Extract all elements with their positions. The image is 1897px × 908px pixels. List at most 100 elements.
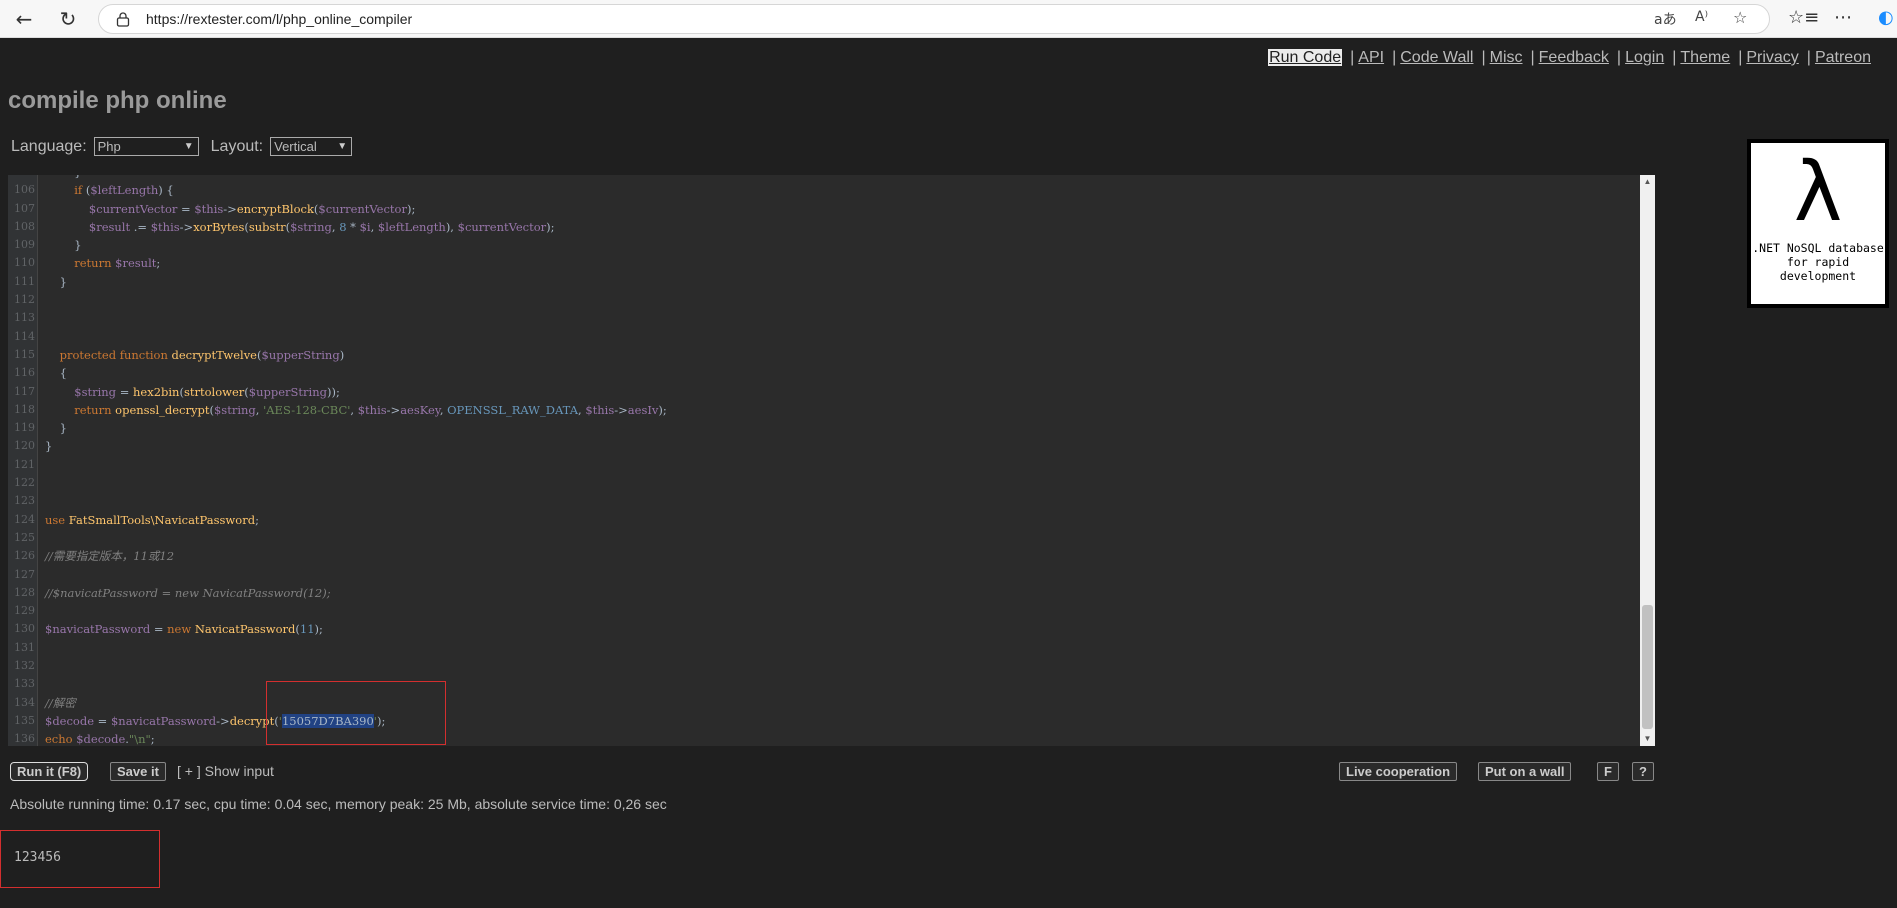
code-line[interactable]: 109 } <box>8 236 1638 254</box>
line-number: 125 <box>14 530 35 544</box>
code-text[interactable]: if ($leftLength) { <box>45 181 173 199</box>
nav-feedback[interactable]: Feedback <box>1539 49 1609 66</box>
code-line[interactable]: 124 use FatSmallTools\NavicatPassword; <box>8 511 1638 529</box>
nav-privacy[interactable]: Privacy <box>1746 49 1798 66</box>
line-number: 135 <box>14 713 35 727</box>
run-button[interactable]: Run it (F8) <box>10 762 89 781</box>
line-number: 130 <box>14 622 35 636</box>
code-line[interactable]: 135 $decode = $navicatPassword->decrypt('… <box>8 712 1638 730</box>
code-text[interactable]: //需要指定版本，11或12 <box>45 547 174 565</box>
program-output: 123456 <box>14 850 61 865</box>
code-text[interactable]: //解密 <box>45 694 76 712</box>
code-line[interactable]: 114 <box>8 328 1638 346</box>
save-button[interactable]: Save it <box>110 762 166 781</box>
code-editor[interactable]: 105 }106 if ($leftLength) {107 $currentV… <box>8 175 1655 746</box>
nav-run-code[interactable]: Run Code <box>1268 49 1343 66</box>
code-line[interactable]: 110 return $result; <box>8 254 1638 272</box>
copilot-icon[interactable]: ◐ <box>1878 7 1894 28</box>
nav-theme[interactable]: Theme <box>1680 49 1730 66</box>
code-text[interactable]: //$navicatPassword = new NavicatPassword… <box>45 584 331 602</box>
code-text[interactable]: } <box>45 273 67 291</box>
code-text[interactable]: $currentVector = $this->encryptBlock($cu… <box>45 200 415 218</box>
address-bar[interactable]: https://rextester.com/l/php_online_compi… <box>98 4 1770 34</box>
code-text[interactable]: return openssl_decrypt($string, 'AES-128… <box>45 401 667 419</box>
code-line[interactable]: 131 <box>8 639 1638 657</box>
put-on-wall-button[interactable]: Put on a wall <box>1478 762 1572 781</box>
back-icon[interactable]: ← <box>10 6 38 32</box>
line-number: 120 <box>14 439 35 453</box>
layout-select[interactable]: Vertical ▼ <box>270 137 353 156</box>
code-text[interactable]: use FatSmallTools\NavicatPassword; <box>45 511 259 529</box>
favorite-star-icon[interactable]: ☆ <box>1733 8 1747 27</box>
code-line[interactable]: 126 //需要指定版本，11或12 <box>8 547 1638 565</box>
code-line[interactable]: 116 { <box>8 364 1638 382</box>
ad-text: .NET NoSQL database for rapid developmen… <box>1752 241 1884 283</box>
read-aloud-icon[interactable]: A⁾ <box>1695 9 1708 25</box>
line-number: 124 <box>14 512 35 526</box>
code-line[interactable]: 111 } <box>8 273 1638 291</box>
code-line[interactable]: 125 <box>8 529 1638 547</box>
code-line[interactable]: 118 return openssl_decrypt($string, 'AES… <box>8 401 1638 419</box>
code-line[interactable]: 127 <box>8 566 1638 584</box>
code-line[interactable]: 106 if ($leftLength) { <box>8 181 1638 199</box>
code-text[interactable]: $navicatPassword = new NavicatPassword(1… <box>45 620 323 638</box>
code-line[interactable]: 107 $currentVector = $this->encryptBlock… <box>8 200 1638 218</box>
code-text[interactable]: { <box>45 364 67 382</box>
nav-misc[interactable]: Misc <box>1490 49 1523 66</box>
code-line[interactable]: 132 <box>8 657 1638 675</box>
favorites-icon[interactable]: ☆≡ <box>1788 7 1819 28</box>
code-text[interactable]: $string = hex2bin(strtolower($upperStrin… <box>45 383 340 401</box>
line-number: 119 <box>14 421 35 435</box>
nav-login[interactable]: Login <box>1625 49 1664 66</box>
refresh-icon[interactable]: ↻ <box>54 6 82 32</box>
code-text[interactable]: echo $decode."\n"; <box>45 730 155 746</box>
code-line[interactable]: 122 <box>8 474 1638 492</box>
code-line[interactable]: 120} <box>8 437 1638 455</box>
help-button[interactable]: ? <box>1632 762 1654 781</box>
code-line[interactable]: 133 <box>8 675 1638 693</box>
show-input-toggle[interactable]: [ + ] Show input <box>177 763 274 779</box>
nav-api[interactable]: API <box>1358 49 1384 66</box>
scroll-up-icon[interactable]: ▲ <box>1642 176 1653 188</box>
scroll-thumb[interactable] <box>1642 605 1653 729</box>
code-text[interactable]: $result .= $this->xorBytes(substr($strin… <box>45 218 555 236</box>
code-line[interactable]: 113 <box>8 309 1638 327</box>
fullscreen-button[interactable]: F <box>1597 762 1619 781</box>
url-text[interactable]: https://rextester.com/l/php_online_compi… <box>146 11 412 27</box>
language-select[interactable]: Php ▼ <box>93 137 199 156</box>
code-line[interactable]: 123 <box>8 492 1638 510</box>
code-line[interactable]: 129 <box>8 602 1638 620</box>
code-line[interactable]: 119 } <box>8 419 1638 437</box>
page-title: compile php online <box>8 87 227 114</box>
code-line[interactable]: 115 protected function decryptTwelve($up… <box>8 346 1638 364</box>
code-text[interactable]: return $result; <box>45 254 160 272</box>
code-line[interactable]: 112 <box>8 291 1638 309</box>
code-text[interactable]: } <box>45 236 81 254</box>
line-number: 113 <box>14 311 35 325</box>
code-text[interactable]: protected function decryptTwelve($upperS… <box>45 346 345 364</box>
line-number: 132 <box>14 659 35 673</box>
code-line[interactable]: 117 $string = hex2bin(strtolower($upperS… <box>8 383 1638 401</box>
lock-icon[interactable] <box>116 11 130 27</box>
translate-icon[interactable]: aあ <box>1654 9 1677 29</box>
code-lines[interactable]: 105 }106 if ($leftLength) {107 $currentV… <box>8 175 1638 746</box>
scroll-down-icon[interactable]: ▼ <box>1642 733 1653 745</box>
line-number: 109 <box>14 238 35 252</box>
editor-scrollbar[interactable]: ▲ ▼ <box>1640 175 1655 746</box>
code-line[interactable]: 108 $result .= $this->xorBytes(substr($s… <box>8 218 1638 236</box>
line-number: 134 <box>14 695 35 709</box>
code-text[interactable]: } <box>45 419 67 437</box>
live-cooperation-button[interactable]: Live cooperation <box>1339 762 1458 781</box>
code-text[interactable]: } <box>45 437 52 455</box>
code-line[interactable]: 134 //解密 <box>8 694 1638 712</box>
code-line[interactable]: 128 //$navicatPassword = new NavicatPassw… <box>8 584 1638 602</box>
language-value: Php <box>97 139 121 154</box>
code-line[interactable]: 136 echo $decode."\n"; <box>8 730 1638 746</box>
code-line[interactable]: 130 $navicatPassword = new NavicatPasswor… <box>8 620 1638 638</box>
code-line[interactable]: 121 <box>8 456 1638 474</box>
more-menu-icon[interactable]: ⋯ <box>1834 7 1852 28</box>
nav-patreon[interactable]: Patreon <box>1815 49 1871 66</box>
ad-banner[interactable]: λ .NET NoSQL database for rapid developm… <box>1747 139 1889 308</box>
language-label: Language: <box>11 137 87 155</box>
nav-code-wall[interactable]: Code Wall <box>1400 49 1473 66</box>
